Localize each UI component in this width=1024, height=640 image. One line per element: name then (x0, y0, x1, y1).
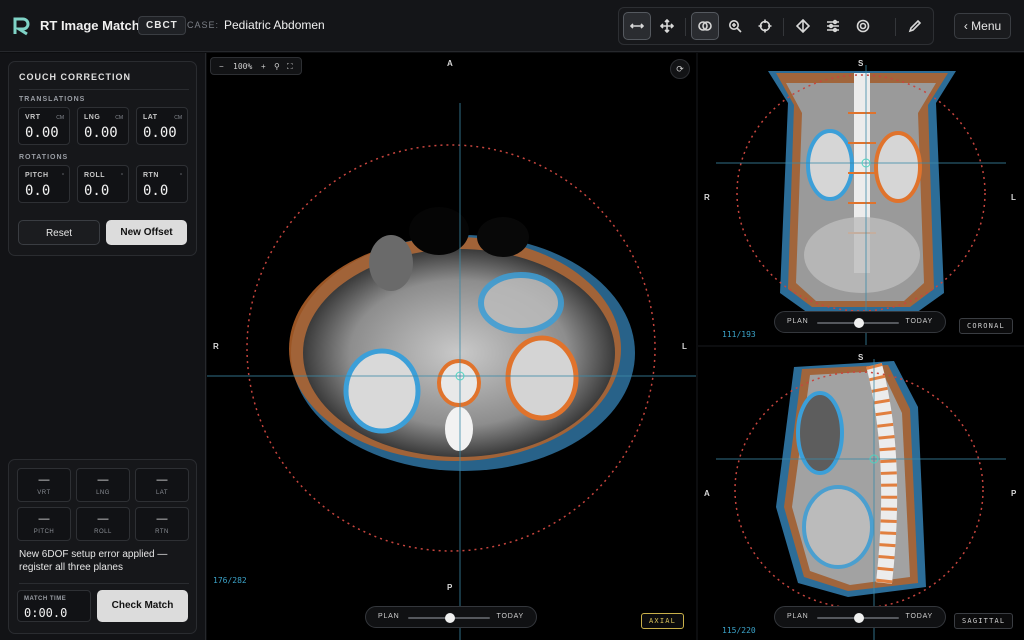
error-lat: — LAT (135, 468, 189, 502)
pitch-input[interactable]: PITCH ° 0.0 (18, 165, 70, 203)
check-match-button[interactable]: Check Match (97, 590, 188, 622)
axial-image (207, 103, 696, 640)
window-icon (796, 19, 810, 33)
error-roll: — ROLL (76, 507, 130, 541)
lng-input[interactable]: LNG CM 0.00 (77, 107, 129, 145)
axial-blend-slider[interactable]: PLAN TODAY (365, 606, 537, 628)
pin-icon[interactable]: ⚲ (274, 62, 280, 71)
target-icon (856, 19, 870, 33)
error-pitch: — PITCH (17, 507, 71, 541)
coronal-viewport[interactable]: S R L 111/193 CORONAL PLAN TODAY (698, 53, 1024, 345)
couch-correction-title: COUCH CORRECTION (19, 72, 131, 82)
pen-icon (908, 19, 922, 33)
sagittal-blend-slider[interactable]: PLAN TODAY (774, 606, 946, 628)
sliders-icon (827, 19, 839, 33)
axial-anterior-label: A (447, 59, 453, 68)
zoom-out-button[interactable]: − (219, 62, 224, 71)
coronal-blend-slider[interactable]: PLAN TODAY (774, 311, 946, 333)
axial-viewport[interactable]: A P R L 176/282 AXIAL PLAN TODAY (207, 53, 696, 640)
roll-input[interactable]: ROLL ° 0.0 (77, 165, 129, 203)
axial-left-label: L (682, 342, 687, 351)
sagittal-anterior-label: A (704, 489, 710, 498)
target-tool-button[interactable] (849, 12, 877, 40)
case-name: Pediatric Abdomen (224, 18, 325, 32)
translations-label: TRANSLATIONS (19, 96, 86, 103)
coronal-image (716, 65, 1006, 345)
pen-tool-button[interactable] (901, 12, 929, 40)
zoom-tool-button[interactable] (721, 12, 749, 40)
view-toolbar (618, 7, 934, 45)
coronal-superior-label: S (858, 59, 864, 68)
case-label: CASE: (187, 20, 220, 30)
crosshair-tool-button[interactable] (751, 12, 779, 40)
coronal-left-label: L (1011, 193, 1016, 202)
coronal-blend-knob[interactable] (854, 318, 864, 328)
zoom-level: 100% (233, 62, 253, 71)
swap-icon (630, 23, 644, 29)
app-logo-icon (13, 17, 30, 36)
coronal-view-tag[interactable]: CORONAL (959, 318, 1013, 334)
sagittal-view-tag[interactable]: SAGITTAL (954, 613, 1014, 629)
error-lng: — LNG (76, 468, 130, 502)
axial-view-tag[interactable]: AXIAL (641, 613, 685, 629)
error-vrt: — VRT (17, 468, 71, 502)
sagittal-slice-index: 115/220 (722, 626, 756, 635)
error-rtn: — RTN (135, 507, 189, 541)
zoom-controls: − 100% + ⚲ ⛶ (210, 57, 302, 75)
sagittal-blend-knob[interactable] (854, 613, 864, 623)
sagittal-posterior-label: P (1011, 489, 1017, 498)
rtn-input[interactable]: RTN ° 0.0 (136, 165, 188, 203)
move-tool-button[interactable] (653, 12, 681, 40)
window-level-button[interactable] (789, 12, 817, 40)
reset-button[interactable]: Reset (18, 220, 100, 245)
crosshair-icon (758, 19, 772, 33)
sagittal-viewport[interactable]: S A P 115/220 SAGITTAL PLAN TODAY (698, 347, 1024, 640)
overlay-icon (698, 21, 712, 31)
sagittal-image (716, 359, 1006, 640)
couch-correction-card: COUCH CORRECTION TRANSLATIONS VRT CM 0.00… (8, 61, 197, 256)
rotations-label: ROTATIONS (19, 154, 69, 161)
coronal-right-label: R (704, 193, 710, 202)
coronal-slice-index: 111/193 (722, 330, 756, 339)
overlay-tool-button[interactable] (691, 12, 719, 40)
zoom-in-button[interactable]: + (261, 62, 266, 71)
axial-slice-index: 176/282 (213, 576, 247, 585)
modality-badge: CBCT (138, 16, 186, 35)
axial-right-label: R (213, 342, 219, 351)
axial-blend-knob[interactable] (445, 613, 455, 623)
sliders-tool-button[interactable] (819, 12, 847, 40)
rotate-reset-icon[interactable]: ⟳ (670, 59, 690, 79)
new-offset-button[interactable]: New Offset (106, 220, 187, 245)
menu-button[interactable]: ‹ Menu (954, 13, 1011, 39)
move-icon (660, 19, 674, 33)
swap-tool-button[interactable] (623, 12, 651, 40)
vrt-input[interactable]: VRT CM 0.00 (18, 107, 70, 145)
setup-error-card: — VRT — LNG — LAT — PITCH — ROLL — RTN New 6DO… (8, 459, 197, 634)
top-bar: RT Image Match CBCT CASE: Pediatric Abdo… (0, 0, 1024, 52)
zoom-icon (729, 20, 742, 33)
match-time-display: MATCH TIME 0:00.0 (17, 590, 91, 622)
lat-input[interactable]: LAT CM 0.00 (136, 107, 188, 145)
status-message: New 6DOF setup error applied — register … (19, 549, 168, 573)
axial-posterior-label: P (447, 583, 453, 592)
fullscreen-icon[interactable]: ⛶ (287, 62, 293, 72)
sagittal-superior-label: S (858, 353, 864, 362)
app-title: RT Image Match (40, 18, 140, 33)
left-panel: COUCH CORRECTION TRANSLATIONS VRT CM 0.00… (0, 53, 206, 640)
